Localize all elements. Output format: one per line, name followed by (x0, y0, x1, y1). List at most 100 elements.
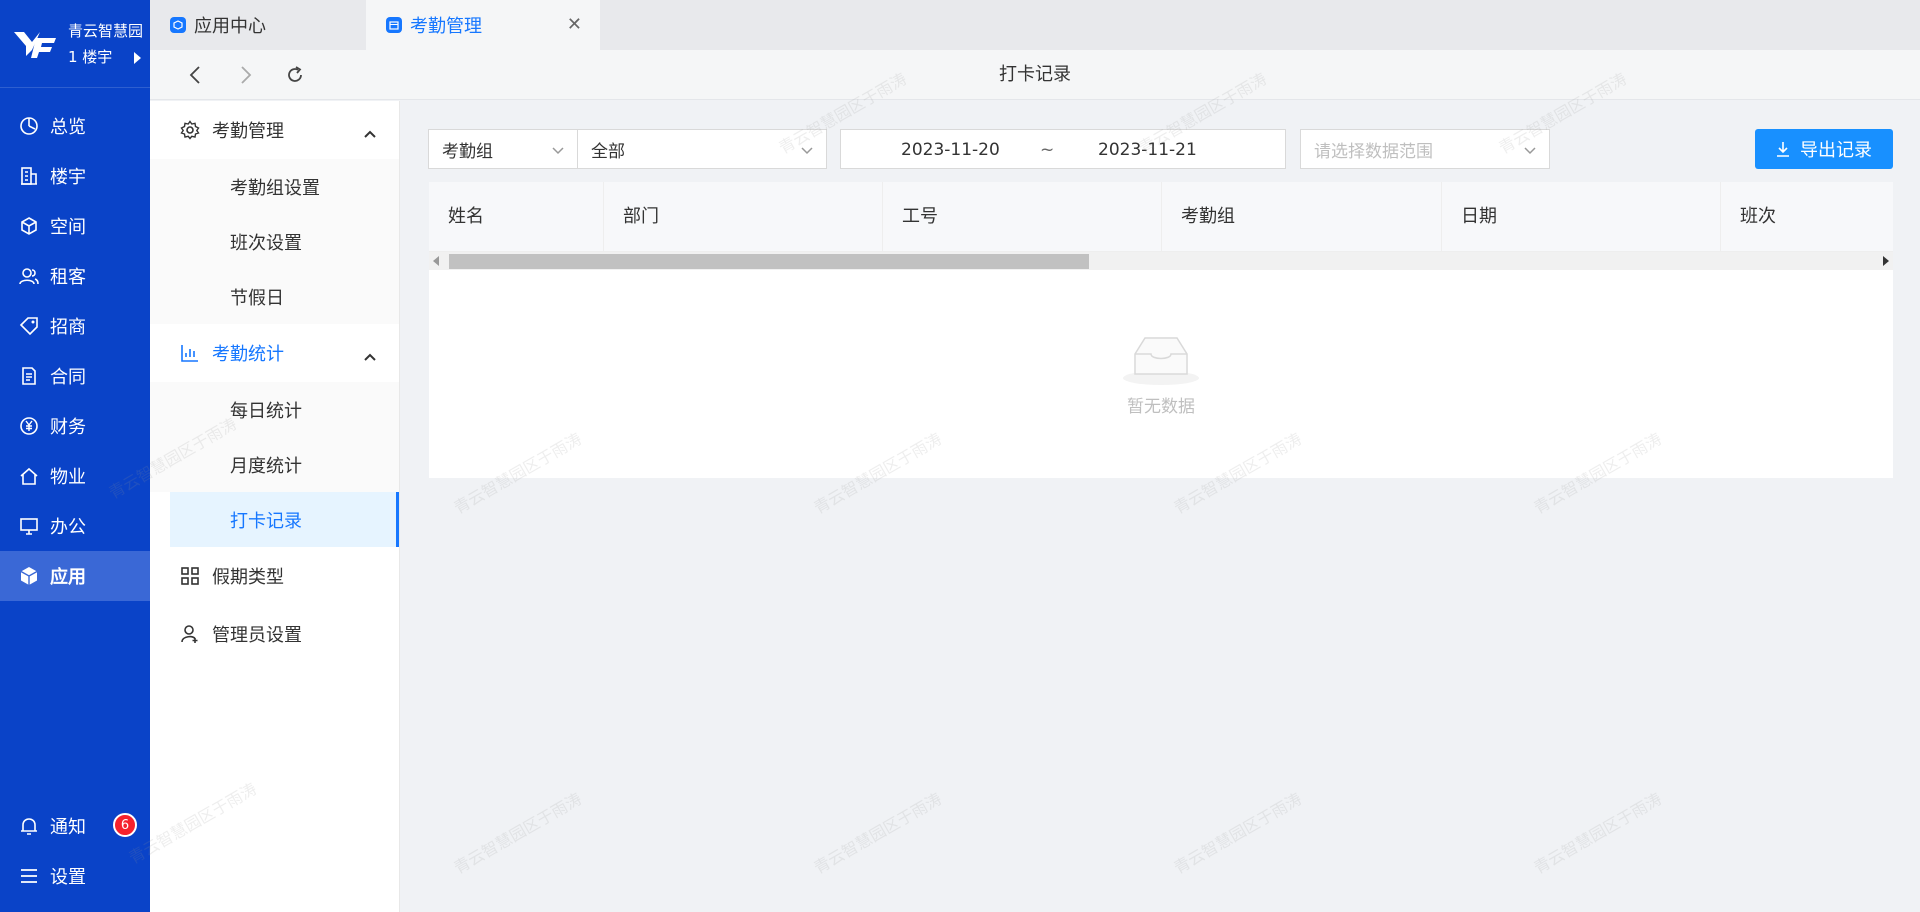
submenu-item-monthly-stats[interactable]: 月度统计 (150, 437, 399, 492)
nav-label: 总览 (50, 117, 86, 138)
nav-label: 办公 (50, 517, 86, 538)
table-header: 姓名 部门 工号 考勤组 日期 班次 (429, 182, 1893, 252)
nav-label: 物业 (50, 467, 86, 488)
app-center-icon (170, 17, 186, 33)
document-icon (18, 365, 40, 387)
column-header-department: 部门 (604, 182, 883, 252)
monitor-icon (18, 515, 40, 537)
submenu-group-admin-settings[interactable]: 管理员设置 (150, 605, 399, 663)
nav-item-settings[interactable]: 设置 (0, 851, 150, 901)
brand-area[interactable]: 青云智慧园 1 楼宇 (0, 0, 150, 88)
bell-icon (18, 815, 40, 837)
export-label: 导出记录 (1800, 140, 1872, 161)
empty-state: 暂无数据 (429, 332, 1893, 417)
submenu-group-label: 管理员设置 (212, 625, 302, 646)
tab-attendance[interactable]: 考勤管理 ✕ (366, 0, 600, 50)
nav-item-space[interactable]: 空间 (0, 201, 150, 251)
forward-button[interactable] (235, 64, 257, 86)
date-end[interactable]: 2023-11-21 (1098, 140, 1197, 160)
empty-inbox-icon (429, 332, 1893, 386)
submenu-group-label: 假期类型 (212, 567, 284, 588)
calendar-icon (386, 17, 402, 33)
date-start[interactable]: 2023-11-20 (901, 140, 1000, 160)
nav-item-finance[interactable]: 财务 (0, 401, 150, 451)
refresh-button[interactable] (284, 64, 306, 86)
nav-item-building[interactable]: 楼宇 (0, 151, 150, 201)
tab-app-center[interactable]: 应用中心 (170, 0, 266, 50)
column-header-employee-id: 工号 (883, 182, 1162, 252)
gear-icon (180, 120, 200, 140)
submenu-item-holidays[interactable]: 节假日 (150, 269, 399, 324)
chevron-down-icon (551, 142, 565, 162)
tab-bar: 应用中心 考勤管理 ✕ (150, 0, 1920, 50)
column-header-name: 姓名 (429, 182, 604, 252)
nav-item-contract[interactable]: 合同 (0, 351, 150, 401)
submenu-item-group-settings[interactable]: 考勤组设置 (150, 159, 399, 214)
tag-icon (18, 315, 40, 337)
back-button[interactable] (184, 64, 206, 86)
group-scope-select[interactable]: 全部 (577, 129, 827, 169)
watermark: 青云智慧园区于雨涛 (1530, 789, 1665, 878)
brand-logo (12, 28, 58, 60)
chevron-up-icon (363, 123, 377, 144)
scrollbar-thumb[interactable] (449, 254, 1089, 269)
column-header-shift: 班次 (1740, 206, 1776, 227)
page-title: 打卡记录 (999, 64, 1071, 85)
chevron-right-icon (241, 66, 252, 84)
main-sidebar: 青云智慧园 1 楼宇 总览 楼宇 空间 租客 招商 合同 财务 物业 办公 应用… (0, 0, 150, 912)
download-icon (1776, 141, 1790, 157)
submenu-group-label: 考勤统计 (212, 344, 284, 365)
submenu-group-attendance-stats[interactable]: 考勤统计 (150, 324, 399, 382)
nav-label: 财务 (50, 417, 86, 438)
nav-item-apps[interactable]: 应用 (0, 551, 150, 601)
horizontal-scrollbar[interactable] (429, 252, 1893, 270)
nav-item-notifications[interactable]: 通知 6 (0, 801, 150, 851)
submenu-group-attendance-mgmt[interactable]: 考勤管理 (150, 101, 399, 159)
cube-icon (18, 215, 40, 237)
nav-item-office[interactable]: 办公 (0, 501, 150, 551)
nav-label: 应用 (50, 567, 86, 588)
chevron-up-icon (363, 346, 377, 367)
chevron-down-icon (800, 142, 814, 162)
tab-label: 应用中心 (194, 16, 266, 37)
brand-name: 青云智慧园 (68, 21, 144, 40)
close-icon[interactable]: ✕ (567, 14, 582, 35)
nav-label: 空间 (50, 217, 86, 238)
scroll-left-icon[interactable] (433, 256, 439, 266)
notification-badge: 6 (113, 813, 137, 837)
punch-records-table: 姓名 部门 工号 考勤组 日期 班次 暂无数据 (429, 182, 1893, 478)
column-header-date: 日期 (1442, 182, 1721, 252)
app-cube-icon (18, 565, 40, 587)
scroll-right-icon[interactable] (1883, 256, 1889, 266)
column-header-attendance-group: 考勤组 (1162, 182, 1442, 252)
submenu-item-shift-settings[interactable]: 班次设置 (150, 214, 399, 269)
watermark: 青云智慧园区于雨涛 (450, 789, 585, 878)
select-placeholder: 请选择数据范围 (1314, 141, 1433, 162)
bar-chart-icon (180, 343, 200, 363)
nav-label: 租客 (50, 267, 86, 288)
nav-label: 招商 (50, 317, 86, 338)
select-value: 全部 (591, 141, 625, 162)
date-separator: ~ (1040, 140, 1055, 160)
data-range-select[interactable]: 请选择数据范围 (1300, 129, 1550, 169)
select-value: 考勤组 (442, 141, 493, 162)
nav-item-leasing[interactable]: 招商 (0, 301, 150, 351)
submenu-item-daily-stats[interactable]: 每日统计 (150, 382, 399, 437)
nav-item-tenant[interactable]: 租客 (0, 251, 150, 301)
export-records-button[interactable]: 导出记录 (1755, 129, 1893, 169)
date-range-picker[interactable]: 2023-11-20 ~ 2023-11-21 (840, 129, 1286, 169)
dashboard-icon (18, 115, 40, 137)
yen-icon (18, 415, 40, 437)
watermark: 青云智慧园区于雨涛 (810, 789, 945, 878)
nav-item-property[interactable]: 物业 (0, 451, 150, 501)
submenu-group-leave-types[interactable]: 假期类型 (150, 547, 399, 605)
watermark: 青云智慧园区于雨涛 (1170, 789, 1305, 878)
group-type-select[interactable]: 考勤组 (428, 129, 578, 169)
submenu-group-label: 考勤管理 (212, 121, 284, 142)
chevron-left-icon (189, 66, 200, 84)
nav-item-overview[interactable]: 总览 (0, 101, 150, 151)
submenu-item-punch-records[interactable]: 打卡记录 (170, 492, 399, 547)
chevron-down-icon (1523, 142, 1537, 162)
nav-label: 通知 (50, 817, 86, 838)
caret-right-icon[interactable] (134, 52, 141, 64)
